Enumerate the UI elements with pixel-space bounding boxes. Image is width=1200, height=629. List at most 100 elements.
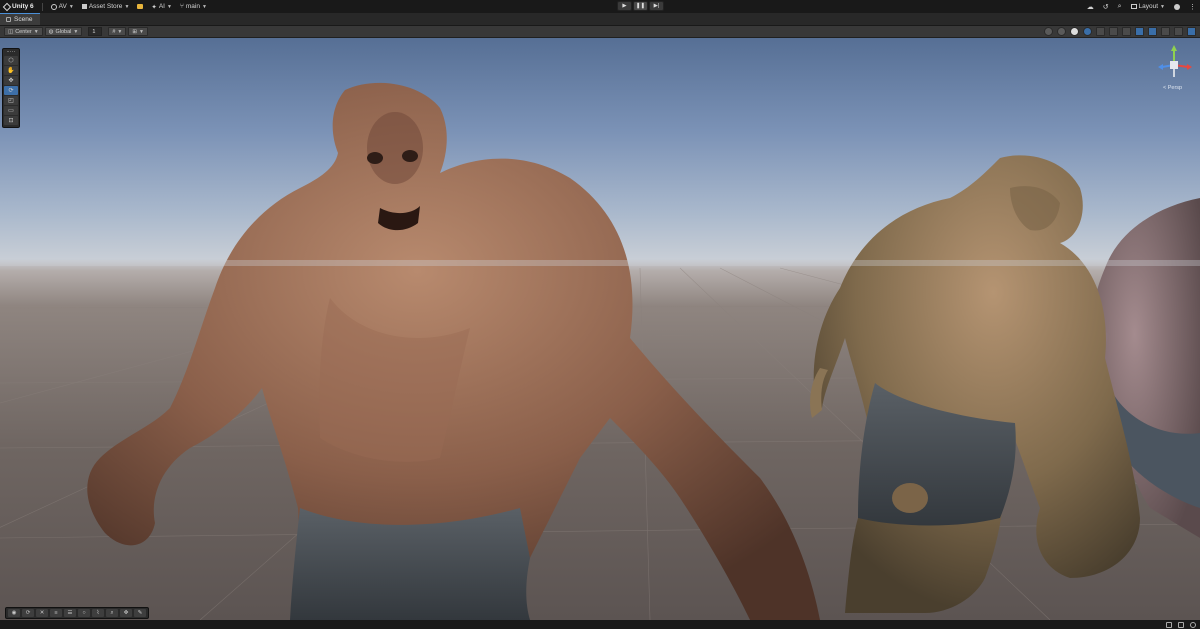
move-icon: ✥ — [123, 610, 129, 616]
overlay-tool-10[interactable]: ✎ — [134, 609, 146, 617]
rotate-icon: ⟳ — [25, 610, 31, 616]
gizmos-dropdown[interactable] — [1187, 27, 1196, 36]
cloud-icon[interactable]: ☁ — [1087, 3, 1094, 11]
play-icon: ▶ — [622, 3, 627, 9]
2d-toggle-icon[interactable] — [1109, 27, 1118, 36]
main-toolbar: Unity 6 AV ▼ Asset Store ▼ ✦ AI ▼ ⑂ main… — [0, 0, 1200, 13]
play-controls: ▶ ❚❚ ▶| — [617, 1, 664, 11]
help-icon[interactable] — [1174, 3, 1180, 10]
chevron-down-icon: ▼ — [117, 28, 123, 35]
projection-label[interactable]: < Persp — [1163, 85, 1182, 91]
overlay-tool-4[interactable]: ≡ — [50, 609, 62, 617]
pause-button[interactable]: ❚❚ — [633, 1, 648, 11]
scale-tool[interactable]: ◰ — [4, 96, 18, 105]
unity-menu[interactable]: Unity 6 — [2, 2, 34, 11]
search-icon[interactable]: ⌕ — [1118, 3, 1122, 11]
pivot-mode-dropdown[interactable]: ◫ Center ▼ — [4, 27, 43, 36]
rect-icon: ▭ — [8, 108, 14, 114]
snap-dropdown[interactable]: ⊞ ▼ — [128, 27, 148, 36]
branch-icon: ⑂ — [179, 3, 184, 10]
move-tool[interactable]: ✥ — [4, 76, 18, 85]
circle-icon: ○ — [82, 610, 86, 616]
lighting-toggle-icon[interactable] — [1122, 27, 1131, 36]
grid-visibility-dropdown[interactable]: # ▼ — [108, 27, 127, 36]
account-dropdown[interactable]: AV ▼ — [50, 3, 74, 10]
asset-store-label: Asset Store — [88, 3, 123, 10]
layers-icon: ≡ — [54, 610, 58, 616]
list-icon: ☰ — [67, 610, 73, 616]
scene-icon — [6, 17, 11, 22]
bone-icon: ⌇ — [96, 610, 100, 616]
bug-icon[interactable] — [1178, 621, 1184, 628]
pivot-space-label: Global — [55, 28, 72, 35]
transform-tool[interactable]: ⊡ — [4, 116, 18, 125]
unity-logo-icon — [2, 2, 12, 11]
view-options-dropdown[interactable]: ⬡ — [4, 56, 18, 65]
unity-editor: Unity 6 AV ▼ Asset Store ▼ ✦ AI ▼ ⑂ main… — [0, 0, 1200, 629]
chevron-down-icon: ▼ — [201, 3, 207, 10]
play-button[interactable]: ▶ — [617, 1, 632, 11]
console-icon[interactable] — [1166, 621, 1172, 628]
ai-dropdown[interactable]: ✦ AI ▼ — [151, 3, 172, 11]
overlay-tool-9[interactable]: ✥ — [120, 609, 132, 617]
globe-icon: ◍ — [48, 28, 54, 35]
grid-snap-field[interactable]: 1 — [88, 27, 103, 36]
tab-label: Scene — [14, 16, 33, 23]
rotate-tool[interactable]: ⟳ — [4, 86, 18, 95]
hand-tool[interactable]: ✋ — [4, 66, 18, 75]
creature-middle — [810, 155, 1140, 613]
tab-scene[interactable]: Scene — [0, 13, 41, 25]
pivot-mode-label: Center — [15, 28, 32, 35]
overlay-tool-1[interactable]: ◉ — [8, 609, 20, 617]
cross-icon: ✕ — [39, 610, 45, 616]
hidden-objects-icon[interactable] — [1161, 27, 1170, 36]
layout-label: Layout — [1138, 3, 1159, 10]
divider — [41, 2, 43, 11]
shading-lit-icon[interactable] — [1083, 27, 1092, 36]
chevron-down-icon: ▼ — [138, 28, 144, 35]
overlay-tool-3[interactable]: ✕ — [36, 609, 48, 617]
store-icon — [81, 4, 87, 9]
credits-button[interactable] — [137, 4, 144, 9]
snap-icon: ⊞ — [132, 28, 137, 35]
branch-label: main — [185, 3, 200, 10]
shading-wireframe-icon[interactable] — [1044, 27, 1053, 36]
step-button[interactable]: ▶| — [649, 1, 664, 11]
shading-shaded-wireframe-icon[interactable] — [1057, 27, 1066, 36]
kebab-icon[interactable]: ⋮ — [1189, 3, 1196, 11]
audio-toggle-icon[interactable] — [1135, 27, 1144, 36]
overlay-tool-8[interactable]: ⌕ — [106, 609, 118, 617]
scene-viewport[interactable] — [0, 38, 1200, 620]
overlay-tool-5[interactable]: ☰ — [64, 609, 76, 617]
chevron-down-icon: ▼ — [73, 28, 79, 35]
overlay-tool-7[interactable]: ⌇ — [92, 609, 104, 617]
hand-icon: ✋ — [7, 68, 15, 74]
account-label: AV — [58, 3, 67, 10]
rect-tool[interactable]: ▭ — [4, 106, 18, 115]
ai-label: AI — [158, 3, 165, 10]
tab-strip: Scene — [0, 13, 1200, 26]
scene-render — [0, 82, 1200, 620]
asset-store-dropdown[interactable]: Asset Store ▼ — [81, 3, 129, 10]
search-icon: ⌕ — [110, 609, 114, 616]
shading-shaded-icon[interactable] — [1070, 27, 1079, 36]
pause-icon: ❚❚ — [635, 3, 646, 9]
creature-main — [87, 82, 820, 620]
status-bar — [0, 620, 1200, 629]
overlay-toolbar: ◉ ⟳ ✕ ≡ ☰ ○ ⌇ ⌕ ✥ ✎ — [5, 607, 149, 619]
camera-settings-icon[interactable] — [1174, 27, 1183, 36]
draw-mode-dropdown[interactable] — [1096, 27, 1105, 36]
overlay-tool-2[interactable]: ⟳ — [22, 609, 34, 617]
overlay-tool-6[interactable]: ○ — [78, 609, 90, 617]
branch-dropdown[interactable]: ⑂ main ▼ — [180, 3, 207, 10]
cube-icon: ⬡ — [8, 58, 14, 64]
tool-palette: ⬡ ✋ ✥ ⟳ ◰ ▭ ⊡ — [2, 48, 20, 128]
effects-toggle-icon[interactable] — [1148, 27, 1157, 36]
sparkle-icon: ✦ — [151, 3, 157, 11]
history-icon[interactable]: ↺ — [1103, 3, 1109, 11]
pivot-space-dropdown[interactable]: ◍ Global ▼ — [44, 27, 83, 36]
progress-icon[interactable] — [1190, 621, 1196, 628]
move-icon: ✥ — [8, 78, 14, 84]
layout-dropdown[interactable]: Layout ▼ — [1130, 3, 1165, 10]
palette-grip[interactable] — [7, 51, 15, 54]
